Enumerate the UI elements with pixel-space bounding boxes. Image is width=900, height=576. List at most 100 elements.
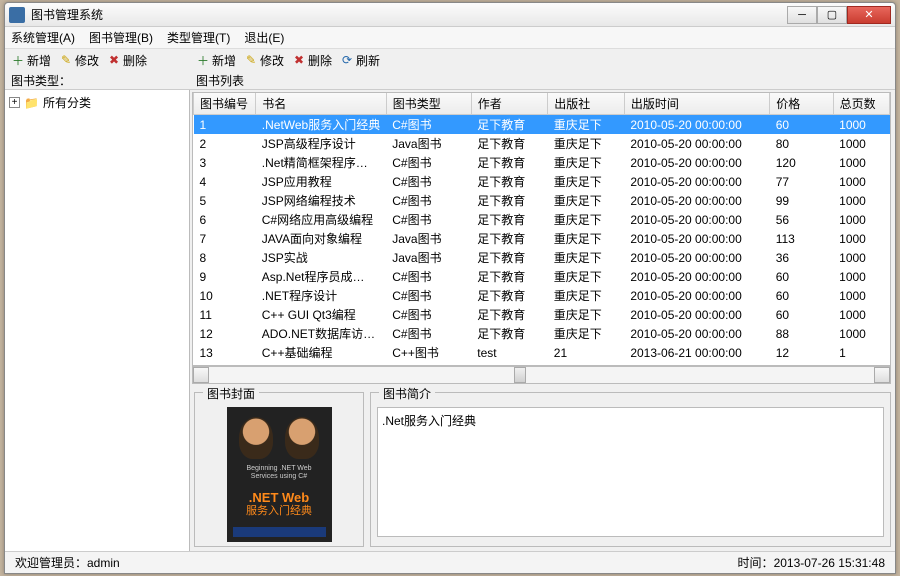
bottom-panels: 图书封面 Beginning .NET Web Services using C… [190, 388, 895, 551]
cell-id: 13 [194, 343, 256, 362]
pencil-icon: ✎ [59, 53, 73, 67]
col-name[interactable]: 书名 [256, 93, 386, 115]
tree-expand-icon[interactable]: + [9, 97, 20, 108]
cell-pubtime: 2010-05-20 00:00:00 [624, 153, 769, 172]
col-type[interactable]: 图书类型 [386, 93, 471, 115]
table-row[interactable]: 13C++基础编程C++图书test212013-06-21 00:00:001… [194, 343, 890, 362]
close-button[interactable]: ✕ [847, 6, 891, 24]
cell-price: 60 [770, 267, 833, 286]
cell-price: 99 [770, 191, 833, 210]
category-tree[interactable]: + 📁 所有分类 [5, 90, 190, 551]
book-edit-button[interactable]: ✎修改 [244, 52, 284, 69]
cell-id: 12 [194, 324, 256, 343]
table-row[interactable]: 5JSP网络编程技术C#图书足下教育重庆足下2010-05-20 00:00:0… [194, 191, 890, 210]
cell-author: 足下教育 [471, 115, 548, 135]
cell-pubtime: 2010-05-20 00:00:00 [624, 324, 769, 343]
cell-name: C++基础编程 [256, 343, 386, 362]
col-pubtime[interactable]: 出版时间 [624, 93, 769, 115]
cell-pages: 1000 [833, 286, 889, 305]
col-id[interactable]: 图书编号 [194, 93, 256, 115]
cell-publisher: 重庆足下 [548, 172, 625, 191]
cell-name: ADO.NET数据库访… [256, 324, 386, 343]
book-cover-image: Beginning .NET Web Services using C# .NE… [227, 407, 332, 542]
cell-type: Java图书 [386, 134, 471, 153]
cell-id: 11 [194, 305, 256, 324]
horizontal-scrollbar[interactable] [192, 366, 891, 384]
table-row[interactable]: 6C#网络应用高级编程C#图书足下教育重庆足下2010-05-20 00:00:… [194, 210, 890, 229]
content: 图书编号 书名 图书类型 作者 出版社 出版时间 价格 总页数 1.NetWeb… [190, 90, 895, 551]
col-pages[interactable]: 总页数 [833, 93, 889, 115]
cell-pubtime: 2013-06-21 00:00:00 [624, 343, 769, 362]
cell-author: 足下教育 [471, 305, 548, 324]
table-row[interactable]: 11C++ GUI Qt3编程C#图书足下教育重庆足下2010-05-20 00… [194, 305, 890, 324]
table-row[interactable]: 12ADO.NET数据库访…C#图书足下教育重庆足下2010-05-20 00:… [194, 324, 890, 343]
cell-type: Java图书 [386, 229, 471, 248]
table-row[interactable]: 2JSP高级程序设计Java图书足下教育重庆足下2010-05-20 00:00… [194, 134, 890, 153]
cell-name: C++ GUI Qt3编程 [256, 305, 386, 324]
cell-pages: 1000 [833, 115, 889, 135]
cell-publisher: 重庆足下 [548, 210, 625, 229]
type-edit-button[interactable]: ✎修改 [59, 52, 99, 69]
table-row[interactable]: 1.NetWeb服务入门经典C#图书足下教育重庆足下2010-05-20 00:… [194, 115, 890, 135]
type-add-button[interactable]: ＋新增 [11, 52, 51, 69]
cell-price: 60 [770, 286, 833, 305]
app-window: 图书管理系统 ─ ▢ ✕ 系统管理(A) 图书管理(B) 类型管理(T) 退出(… [4, 2, 896, 574]
col-author[interactable]: 作者 [471, 93, 548, 115]
cell-pubtime: 2010-05-20 00:00:00 [624, 191, 769, 210]
col-publisher[interactable]: 出版社 [548, 93, 625, 115]
cell-publisher: 重庆足下 [548, 286, 625, 305]
maximize-button[interactable]: ▢ [817, 6, 847, 24]
tree-root-label: 所有分类 [43, 94, 91, 111]
table-row[interactable]: 7JAVA面向对象编程Java图书足下教育重庆足下2010-05-20 00:0… [194, 229, 890, 248]
cell-type: Java图书 [386, 248, 471, 267]
menu-type[interactable]: 类型管理(T) [167, 29, 230, 46]
cell-price: 60 [770, 305, 833, 324]
cell-pages: 1000 [833, 248, 889, 267]
cell-price: 12 [770, 343, 833, 362]
cell-author: 足下教育 [471, 191, 548, 210]
intro-groupbox: 图书简介 .Net服务入门经典 [370, 392, 891, 547]
scrollbar-thumb[interactable] [514, 367, 526, 383]
table-row[interactable]: 8JSP实战Java图书足下教育重庆足下2010-05-20 00:00:003… [194, 248, 890, 267]
cell-publisher: 重庆足下 [548, 115, 625, 135]
menu-system[interactable]: 系统管理(A) [11, 29, 75, 46]
tree-root-node[interactable]: + 📁 所有分类 [9, 94, 185, 111]
type-delete-button[interactable]: ✖删除 [107, 52, 147, 69]
minimize-button[interactable]: ─ [787, 6, 817, 24]
menu-exit[interactable]: 退出(E) [244, 29, 284, 46]
cell-pages: 1000 [833, 229, 889, 248]
cell-publisher: 重庆足下 [548, 305, 625, 324]
x-icon: ✖ [292, 53, 306, 67]
table-row[interactable]: 4JSP应用教程C#图书足下教育重庆足下2010-05-20 00:00:007… [194, 172, 890, 191]
cell-publisher: 重庆足下 [548, 153, 625, 172]
cell-id: 8 [194, 248, 256, 267]
cell-name: .NetWeb服务入门经典 [256, 115, 386, 135]
cell-type: C#图书 [386, 210, 471, 229]
cell-author: 足下教育 [471, 134, 548, 153]
cover-title: .NET Web [233, 490, 326, 506]
cell-author: 足下教育 [471, 210, 548, 229]
table-row[interactable]: 9Asp.Net程序员成…C#图书足下教育重庆足下2010-05-20 00:0… [194, 267, 890, 286]
cell-publisher: 重庆足下 [548, 191, 625, 210]
cell-pubtime: 2010-05-20 00:00:00 [624, 267, 769, 286]
section-labels: 图书类型： 图书列表 [5, 71, 895, 89]
menu-book[interactable]: 图书管理(B) [89, 29, 153, 46]
book-refresh-button[interactable]: ⟳刷新 [340, 52, 380, 69]
table-row[interactable]: 10.NET程序设计C#图书足下教育重庆足下2010-05-20 00:00:0… [194, 286, 890, 305]
table-row[interactable]: 3.Net精简框架程序…C#图书足下教育重庆足下2010-05-20 00:00… [194, 153, 890, 172]
cell-publisher: 重庆足下 [548, 324, 625, 343]
book-list-label: 图书列表 [190, 72, 895, 89]
book-table-container: 图书编号 书名 图书类型 作者 出版社 出版时间 价格 总页数 1.NetWeb… [192, 92, 891, 366]
toolbar: ＋新增 ✎修改 ✖删除 ＋新增 ✎修改 ✖删除 ⟳刷新 [5, 49, 895, 71]
table-header-row[interactable]: 图书编号 书名 图书类型 作者 出版社 出版时间 价格 总页数 [194, 93, 890, 115]
window-title: 图书管理系统 [31, 6, 787, 23]
cell-pubtime: 2010-05-20 00:00:00 [624, 134, 769, 153]
col-price[interactable]: 价格 [770, 93, 833, 115]
cell-publisher: 21 [548, 343, 625, 362]
book-delete-button[interactable]: ✖删除 [292, 52, 332, 69]
book-table[interactable]: 图书编号 书名 图书类型 作者 出版社 出版时间 价格 总页数 1.NetWeb… [193, 93, 890, 362]
cell-pubtime: 2010-05-20 00:00:00 [624, 172, 769, 191]
titlebar[interactable]: 图书管理系统 ─ ▢ ✕ [5, 3, 895, 27]
book-add-button[interactable]: ＋新增 [196, 52, 236, 69]
cell-pages: 1000 [833, 305, 889, 324]
